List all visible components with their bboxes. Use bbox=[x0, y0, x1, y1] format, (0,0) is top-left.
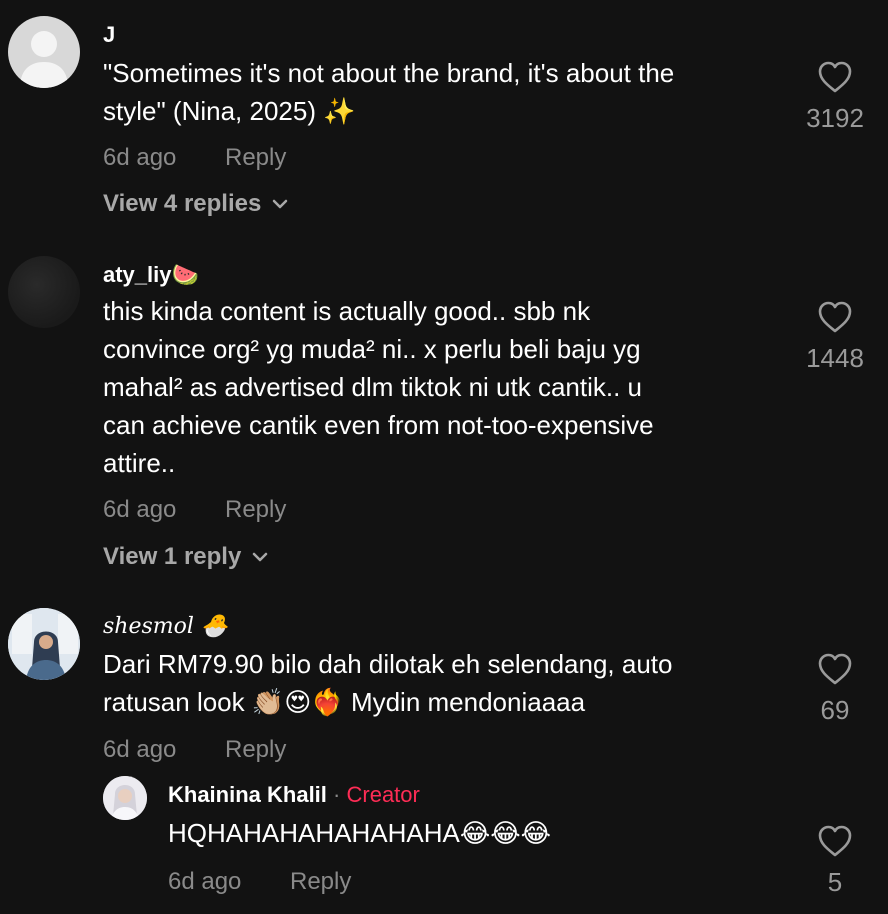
like-count: 3192 bbox=[806, 103, 864, 133]
like-button[interactable]: 1448 bbox=[790, 300, 880, 374]
comment-text-line: "Sometimes it's not about the brand, it'… bbox=[103, 58, 675, 88]
reply-button[interactable]: Reply bbox=[225, 144, 286, 172]
heart-outline-icon bbox=[818, 653, 852, 685]
comment-timestamp: 6d ago bbox=[103, 144, 177, 171]
like-button[interactable]: 69 bbox=[790, 652, 880, 726]
chevron-down-icon bbox=[273, 199, 288, 209]
view-replies-label: View 4 replies bbox=[103, 190, 262, 217]
view-replies-button[interactable]: View 1 reply bbox=[103, 543, 269, 571]
comment-timestamp: 6d ago bbox=[103, 496, 177, 523]
default-avatar-icon bbox=[20, 31, 68, 88]
reply-text: HQHAHAHAHAHAHAHA😂😂😂 bbox=[168, 818, 551, 848]
comment-username[interactable]: aty_liy🍉 bbox=[103, 262, 199, 288]
comment-item: shesmol 🐣 Dari RM79.90 bilo dah dilotak … bbox=[0, 592, 888, 914]
comment-text-line: this kinda content is actually good.. sb… bbox=[103, 296, 591, 326]
avatar[interactable] bbox=[103, 776, 147, 820]
avatar[interactable] bbox=[8, 256, 80, 328]
profile-photo-icon bbox=[103, 776, 147, 820]
reply-item: Khainina Khalil · Creator HQHAHAHAHAHAHA… bbox=[0, 774, 888, 914]
reply-timestamp: 6d ago bbox=[168, 868, 242, 895]
comment-username[interactable]: shesmol 🐣 bbox=[103, 614, 228, 639]
view-replies-label: View 1 reply bbox=[103, 543, 242, 570]
creator-badge: Creator bbox=[346, 782, 420, 807]
reply-username-line: Khainina Khalil · Creator bbox=[168, 782, 420, 808]
avatar[interactable] bbox=[8, 608, 80, 680]
avatar[interactable] bbox=[8, 16, 80, 88]
comment-text-line: Dari RM79.90 bilo dah dilotak eh selenda… bbox=[103, 649, 673, 679]
comment-timestamp: 6d ago bbox=[103, 736, 177, 763]
chevron-down-icon bbox=[253, 552, 268, 562]
reply-button[interactable]: Reply bbox=[225, 496, 286, 524]
comment-text-line: can achieve cantik even from not-too-exp… bbox=[103, 410, 654, 440]
heart-outline-icon bbox=[818, 825, 852, 857]
reply-username[interactable]: Khainina Khalil bbox=[168, 782, 327, 807]
comment-username[interactable]: J bbox=[103, 22, 115, 48]
comment-text-line: mahal² as advertised dlm tiktok ni utk c… bbox=[103, 372, 643, 402]
reply-button[interactable]: Reply bbox=[290, 868, 351, 896]
comment-item: aty_liy🍉 this kinda content is actually … bbox=[0, 240, 888, 580]
comment-text: this kinda content is actually good.. sb… bbox=[103, 292, 803, 482]
like-button[interactable]: 3192 bbox=[790, 60, 880, 134]
profile-photo-icon bbox=[8, 608, 80, 680]
heart-outline-icon bbox=[818, 61, 852, 93]
like-count: 69 bbox=[820, 695, 850, 725]
like-count: 5 bbox=[827, 867, 843, 897]
separator-dot: · bbox=[333, 782, 341, 807]
view-replies-button[interactable]: View 4 replies bbox=[103, 190, 289, 218]
comment-text-line: convince org² yg muda² ni.. x perlu beli… bbox=[103, 334, 641, 364]
comment-text: Dari RM79.90 bilo dah dilotak eh selenda… bbox=[103, 645, 803, 721]
like-button[interactable]: 5 bbox=[790, 824, 880, 898]
comment-item: J "Sometimes it's not about the brand, i… bbox=[0, 0, 888, 240]
comment-text-line: ratusan look 👏🏼😍❤️‍🔥 Mydin mendoniaaaa bbox=[103, 687, 586, 717]
like-count: 1448 bbox=[806, 343, 864, 373]
comment-text-line: style" (Nina, 2025) ✨ bbox=[103, 96, 356, 126]
heart-outline-icon bbox=[818, 301, 852, 333]
reply-button[interactable]: Reply bbox=[225, 736, 286, 764]
comment-text-line: attire.. bbox=[103, 448, 176, 478]
comment-text: "Sometimes it's not about the brand, it'… bbox=[103, 54, 803, 130]
